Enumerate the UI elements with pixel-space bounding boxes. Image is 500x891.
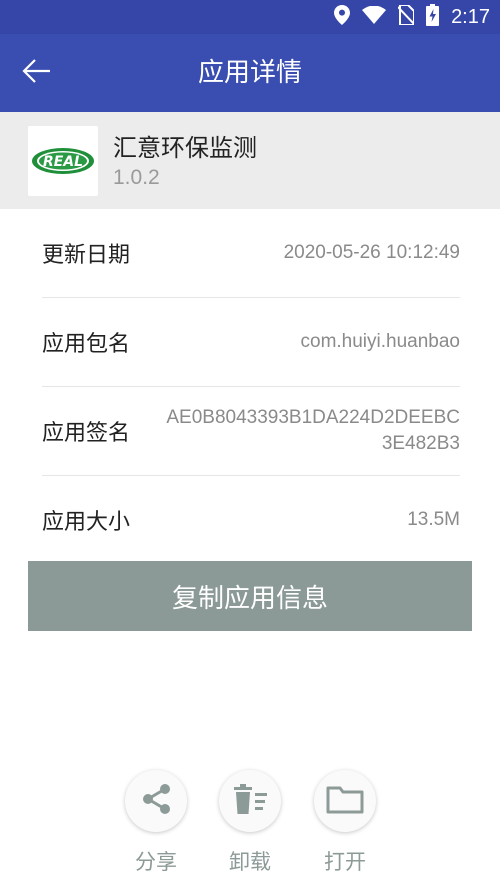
uninstall-circle [219,770,281,832]
app-header: REAL 汇意环保监测 1.0.2 [0,112,500,209]
copy-app-info-button[interactable]: 复制应用信息 [28,561,472,631]
detail-label: 更新日期 [42,243,131,268]
status-time: 2:17 [451,5,490,28]
detail-value: 13.5M [407,509,460,530]
open-circle [314,770,376,832]
action-bar: 分享 卸载 打开 [0,770,500,880]
folder-icon [326,784,364,818]
share-icon [139,782,173,820]
battery-charging-icon [426,4,440,30]
app-icon: REAL [28,126,98,196]
trash-icon [231,783,269,819]
no-sim-icon [397,4,416,29]
detail-value: AE0B8043393B1DA224D2DEEBC3E482B3 [166,407,460,454]
real-logo-icon: REAL [32,148,94,174]
app-bar: 应用详情 [0,34,500,112]
svg-text:REAL: REAL [43,154,83,170]
app-name: 汇意环保监测 [113,134,257,162]
detail-value: com.huiyi.huanbao [300,331,461,352]
app-version: 1.0.2 [113,166,160,189]
detail-label: 应用大小 [42,510,131,535]
open-label: 打开 [324,850,366,874]
detail-label: 应用签名 [42,421,131,446]
detail-row-package-name: 应用包名 com.huiyi.huanbao [42,298,460,387]
page-title: 应用详情 [197,58,302,88]
share-button[interactable]: 分享 [116,770,196,876]
share-label: 分享 [135,850,177,874]
detail-row-signature: 应用签名 AE0B8043393B1DA224D2DEEBC3E482B3 [42,387,460,476]
status-bar: 2:17 [0,0,500,34]
detail-value: 2020-05-26 10:12:49 [283,242,460,263]
details-list: 更新日期 2020-05-26 10:12:49 应用包名 com.huiyi.… [42,209,460,565]
uninstall-label: 卸载 [229,850,271,874]
uninstall-button[interactable]: 卸载 [210,770,290,876]
location-icon [334,5,351,29]
open-button[interactable]: 打开 [305,770,385,876]
detail-row-app-size: 应用大小 13.5M [42,476,460,565]
detail-row-update-date: 更新日期 2020-05-26 10:12:49 [42,209,460,298]
wifi-icon [362,5,387,28]
detail-label: 应用包名 [42,332,131,357]
status-icons: 2:17 [334,0,490,34]
share-circle [125,770,187,832]
back-button[interactable] [16,53,56,93]
arrow-left-icon [21,58,51,88]
